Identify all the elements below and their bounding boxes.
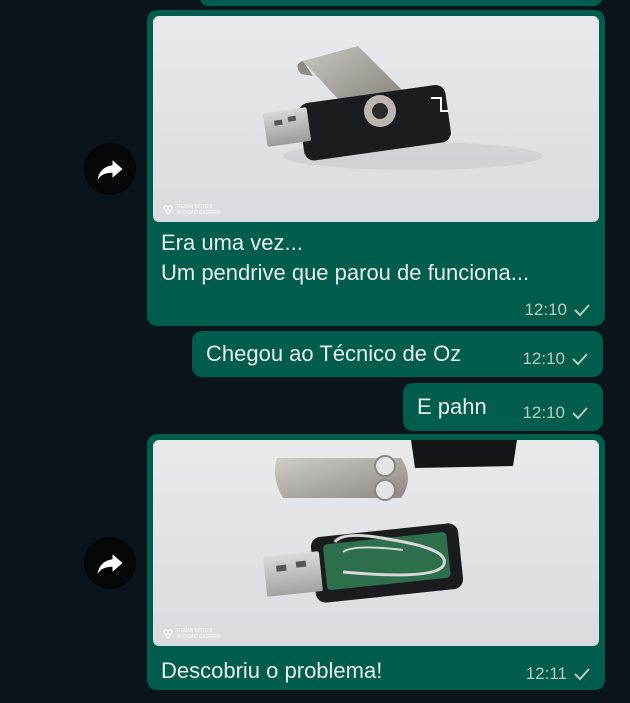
message-time: 12:10: [522, 403, 565, 422]
message-caption: Era uma vez... Um pendrive que parou de …: [161, 230, 530, 285]
message-text: Chegou ao Técnico de Oz: [206, 341, 462, 366]
message-time: 12:11: [525, 664, 567, 683]
message-meta: 12:10: [522, 349, 589, 369]
message-meta: 12:10: [524, 300, 591, 320]
check-icon: [574, 304, 590, 317]
opened-usb-drive-image: [263, 440, 517, 603]
message-meta: 12:11: [526, 664, 591, 684]
forward-icon: [97, 554, 123, 575]
photo-usb-drive[interactable]: REDMI NOTE 9 AI QUAD CAMERA: [153, 16, 599, 222]
message-time: 12:10: [522, 349, 565, 368]
photo-watermark: REDMI NOTE 9 AI QUAD CAMERA: [163, 628, 220, 640]
check-icon: [574, 668, 590, 681]
forward-button[interactable]: [84, 143, 136, 195]
check-icon: [572, 407, 588, 420]
message-time: 12:10: [524, 300, 567, 319]
photo-watermark: REDMI NOTE 9 AI QUAD CAMERA: [163, 204, 220, 216]
check-icon: [572, 353, 588, 366]
text-message[interactable]: E pahn 12:10: [403, 383, 603, 431]
image-message[interactable]: REDMI NOTE 9 AI QUAD CAMERA Descobriu o …: [147, 434, 605, 690]
usb-drive-image: [263, 46, 543, 170]
photo-usb-drive-open[interactable]: REDMI NOTE 9 AI QUAD CAMERA: [153, 440, 599, 646]
text-message[interactable]: Chegou ao Técnico de Oz 12:10: [192, 331, 603, 377]
forward-icon: [97, 160, 123, 181]
message-meta: 12:10: [522, 403, 589, 423]
camera-watermark-icon: [163, 205, 173, 215]
image-message[interactable]: REDMI NOTE 9 AI QUAD CAMERA Era uma vez.…: [147, 10, 605, 326]
message-text: E pahn: [417, 394, 487, 419]
watermark-line: AI QUAD CAMERA: [177, 634, 221, 640]
previous-message-bubble: [200, 0, 602, 6]
camera-watermark-icon: [163, 629, 173, 639]
forward-button[interactable]: [84, 537, 136, 589]
watermark-line: AI QUAD CAMERA: [177, 210, 221, 216]
